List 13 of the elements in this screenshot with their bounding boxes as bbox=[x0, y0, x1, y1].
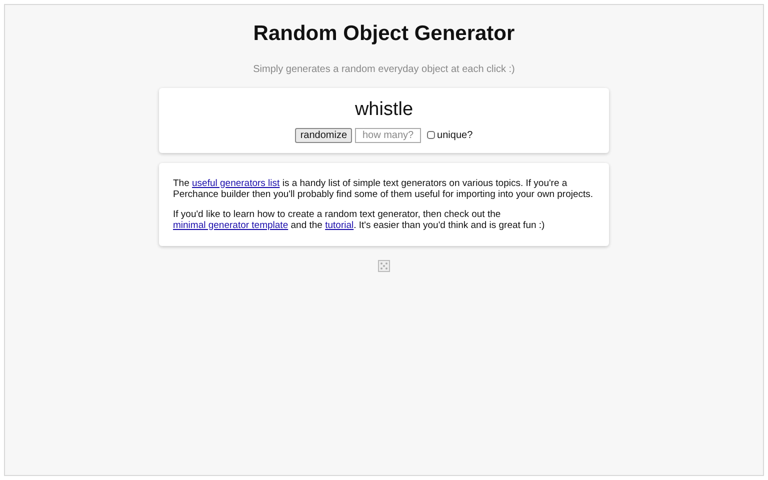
text-link[interactable]: tutorial bbox=[325, 220, 354, 230]
unique-checkbox[interactable] bbox=[427, 131, 436, 139]
subtitle: Simply generates a random everyday object at each click :) bbox=[253, 62, 515, 76]
info-paragraph: If you'd like to learn how to create a random text generator, then check out the minimal generator template and the tutorial. It's easier than you'd think and is great fun :) bbox=[173, 208, 546, 230]
text-link[interactable]: minimal generator template bbox=[173, 220, 288, 230]
unique-label: unique? bbox=[437, 128, 473, 142]
randomize-button[interactable]: randomize bbox=[295, 128, 352, 142]
text-link[interactable]: useful generators list bbox=[192, 178, 280, 188]
result-text: whistle bbox=[354, 98, 414, 122]
count-field[interactable]: how many? bbox=[355, 128, 422, 142]
info-paragraph: The useful generators list is a handy list of simple text generators on various topics. If you're a Perchance builder then you'll probably find some of them useful for importing into your own projects. bbox=[173, 178, 594, 200]
dice-icon bbox=[378, 260, 390, 272]
page-title: Random Object Generator bbox=[253, 21, 515, 47]
